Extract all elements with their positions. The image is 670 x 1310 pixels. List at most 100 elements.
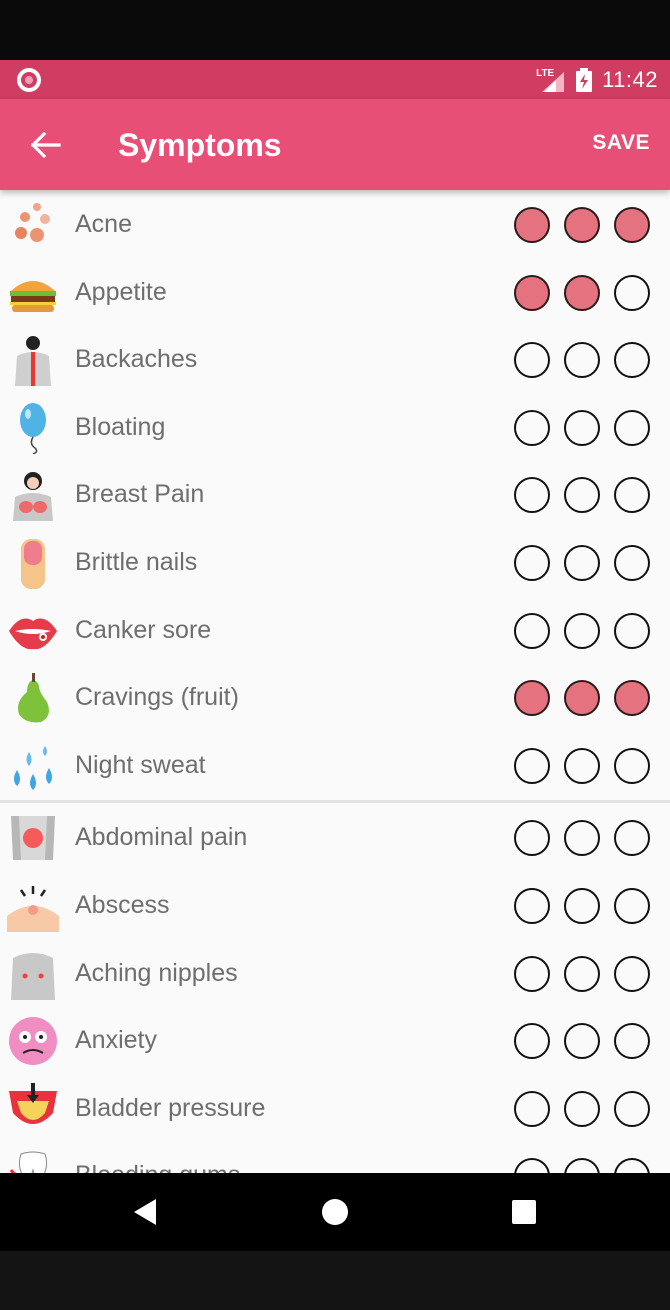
severity-selector [514,747,650,784]
clock: 11:42 [602,67,658,92]
abscess-icon [7,880,59,932]
tooth-icon [7,1150,59,1173]
severity-circle-3[interactable] [614,274,650,311]
top-letterbox [0,0,670,60]
symptom-row[interactable]: Acne [0,190,670,258]
severity-circle-2[interactable] [564,1023,600,1060]
severity-circle-3[interactable] [614,955,650,992]
symptom-label: Breast Pain [75,480,205,509]
symptom-label: Bladder pressure [75,1093,266,1122]
severity-circle-2[interactable] [564,820,600,857]
severity-circle-1[interactable] [514,1023,550,1060]
abdomen-icon [7,812,59,864]
severity-circle-3[interactable] [614,409,650,446]
severity-circle-2[interactable] [564,747,600,784]
nav-home-button[interactable] [320,1197,350,1227]
severity-circle-2[interactable] [564,274,600,311]
severity-circle-3[interactable] [614,1023,650,1060]
symptom-row[interactable]: Bladder pressure [0,1074,670,1142]
severity-circle-1[interactable] [514,544,550,581]
symptom-row[interactable]: Cravings (fruit) [0,663,670,731]
severity-selector [514,612,650,649]
symptom-label: Appetite [75,277,167,306]
severity-circle-1[interactable] [514,887,550,924]
nav-recents-button[interactable] [509,1197,539,1227]
symptom-list-container[interactable]: Acne Appetite Backaches Bloating Breast Pain… [0,190,670,1173]
severity-circle-1[interactable] [514,820,550,857]
breast-icon [7,469,59,522]
severity-circle-1[interactable] [514,342,550,379]
symptom-row[interactable]: Bleeding gums [0,1141,670,1173]
symptom-row[interactable]: Backaches [0,325,670,393]
symptom-row[interactable]: Abscess [0,871,670,939]
severity-selector [514,207,650,243]
page-title: Symptoms [118,127,282,163]
severity-circle-1[interactable] [514,1090,550,1127]
symptom-row[interactable]: Abdominal pain [0,803,670,871]
symptom-group-primary: Acne Appetite Backaches Bloating Breast Pain… [0,190,670,798]
symptom-label: Abdominal pain [75,823,248,852]
symptom-row[interactable]: Brittle nails [0,528,670,596]
severity-circle-3[interactable] [614,342,650,379]
severity-circle-3[interactable] [614,887,650,924]
symptom-row[interactable]: Anxiety [0,1006,670,1074]
symptom-row[interactable]: Appetite [0,258,670,326]
balloon-icon [7,402,59,455]
severity-selector [514,1090,650,1127]
severity-circle-3[interactable] [614,747,650,784]
severity-circle-3[interactable] [614,680,650,717]
severity-circle-3[interactable] [614,1090,650,1127]
severity-circle-3[interactable] [614,544,650,581]
severity-circle-2[interactable] [564,1090,600,1127]
nav-back-button[interactable] [130,1197,160,1227]
severity-selector [514,680,650,717]
severity-circle-3[interactable] [614,1158,650,1173]
severity-circle-2[interactable] [564,409,600,446]
severity-circle-3[interactable] [614,612,650,649]
symptom-label: Backaches [75,345,198,374]
severity-circle-2[interactable] [564,612,600,649]
navigation-bar [0,1173,670,1251]
severity-circle-2[interactable] [564,680,600,717]
severity-circle-1[interactable] [514,207,550,243]
anxious-face-icon [7,1015,59,1067]
severity-selector [514,342,650,379]
severity-circle-2[interactable] [564,1158,600,1173]
lte-signal-icon: LTE [536,68,566,92]
severity-circle-2[interactable] [564,955,600,992]
symptom-row[interactable]: Bloating [0,393,670,461]
severity-circle-2[interactable] [564,207,600,243]
symptom-row[interactable]: Canker sore [0,596,670,664]
symptom-row[interactable]: Breast Pain [0,460,670,528]
severity-circle-1[interactable] [514,1158,550,1173]
severity-circle-3[interactable] [614,820,650,857]
severity-circle-1[interactable] [514,612,550,649]
severity-circle-2[interactable] [564,887,600,924]
severity-circle-1[interactable] [514,477,550,514]
severity-circle-3[interactable] [614,207,650,243]
symptom-row[interactable]: Night sweat [0,731,670,799]
symptom-label: Abscess [75,890,170,919]
severity-selector [514,955,650,992]
severity-circle-1[interactable] [514,955,550,992]
symptom-label: Canker sore [75,615,212,644]
severity-circle-1[interactable] [514,409,550,446]
severity-circle-2[interactable] [564,477,600,514]
symptom-label: Bleeding gums [75,1161,240,1173]
severity-circle-1[interactable] [514,274,550,311]
back-button[interactable] [22,121,70,169]
symptom-label: Night sweat [75,750,206,779]
save-button[interactable]: SAVE [592,131,650,155]
bladder-icon [7,1082,59,1135]
burger-icon [7,267,59,319]
screen-record-icon [17,68,41,92]
severity-circle-1[interactable] [514,680,550,717]
severity-circle-1[interactable] [514,747,550,784]
battery-charging-icon [576,68,593,92]
symptom-row[interactable]: Aching nipples [0,939,670,1007]
bottom-letterbox [0,1251,670,1310]
severity-selector [514,887,650,924]
severity-circle-3[interactable] [614,477,650,514]
severity-circle-2[interactable] [564,544,600,581]
severity-circle-2[interactable] [564,342,600,379]
